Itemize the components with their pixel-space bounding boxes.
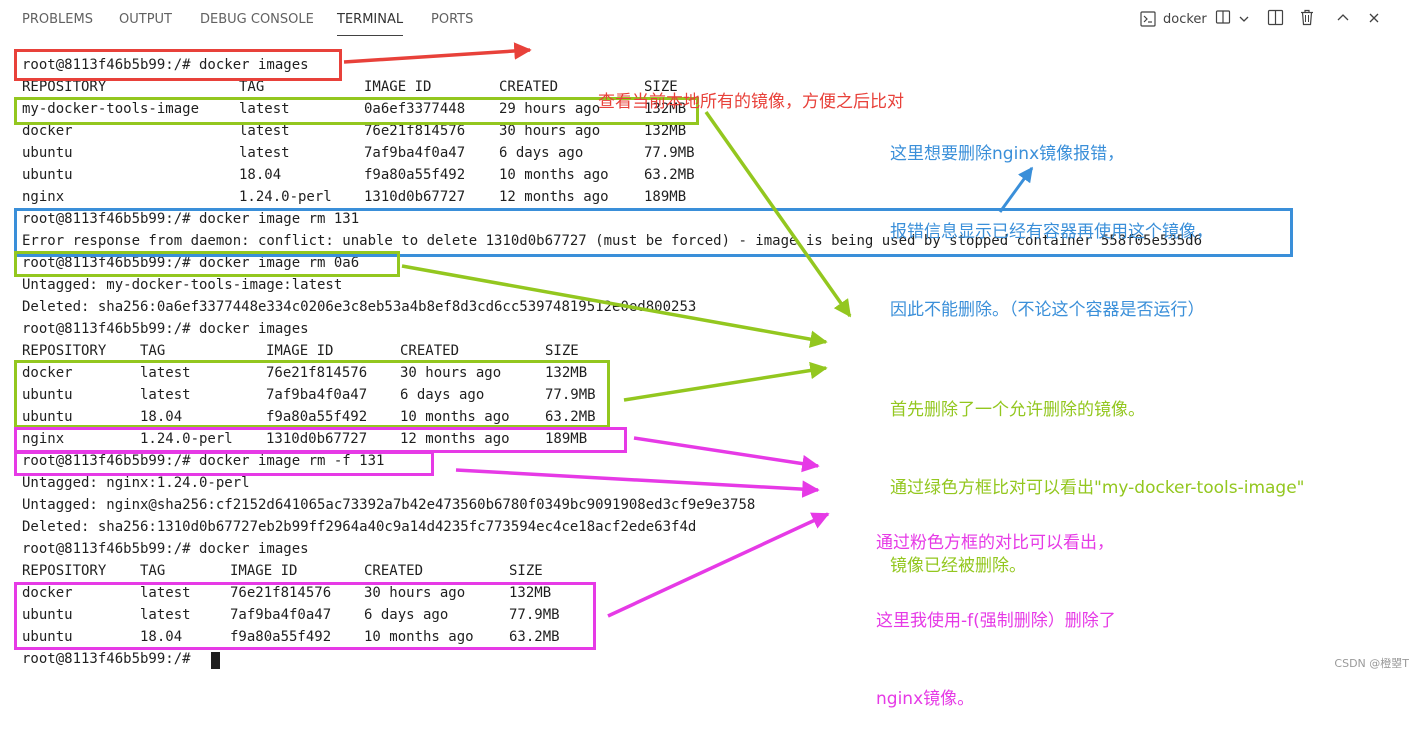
arrow-magenta-1 (633, 436, 820, 473)
annotation-red: 查看当前本地所有的镜像，方便之后比对 (598, 37, 904, 141)
annotation-magenta-line: nginx镜像。 (876, 689, 975, 709)
annotation-blue-line: 报错信息显示已经有容器再使用这个镜像， (890, 222, 1213, 242)
annotation-blue: 这里想要删除nginx镜像报错， 报错信息显示已经有容器再使用这个镜像， 因此不… (890, 89, 1213, 349)
arrow-green-1 (704, 110, 852, 318)
annotation-magenta-line: 通过粉色方框的对比可以看出， (876, 533, 1114, 553)
annotation-green-line: 首先删除了一个允许删除的镜像。 (890, 400, 1145, 420)
annotation-blue-line: 这里想要删除nginx镜像报错， (890, 144, 1125, 164)
arrow-magenta-3 (607, 512, 830, 618)
arrow-magenta-2 (455, 468, 820, 498)
annotation-blue-line: 因此不能删除。（不论这个容器是否运行） (890, 300, 1205, 320)
annotation-magenta-line: 这里我使用-f(强制删除）删除了 (876, 611, 1116, 631)
arrow-green-3 (623, 361, 828, 402)
annotation-red-line: 查看当前本地所有的镜像，方便之后比对 (598, 92, 904, 112)
arrow-red (343, 42, 532, 64)
annotation-magenta: 通过粉色方框的对比可以看出， 这里我使用-f(强制删除）删除了 nginx镜像。 (876, 478, 1116, 738)
arrow-green-2 (401, 264, 828, 348)
watermark: CSDN @橙曌T (1334, 657, 1409, 670)
